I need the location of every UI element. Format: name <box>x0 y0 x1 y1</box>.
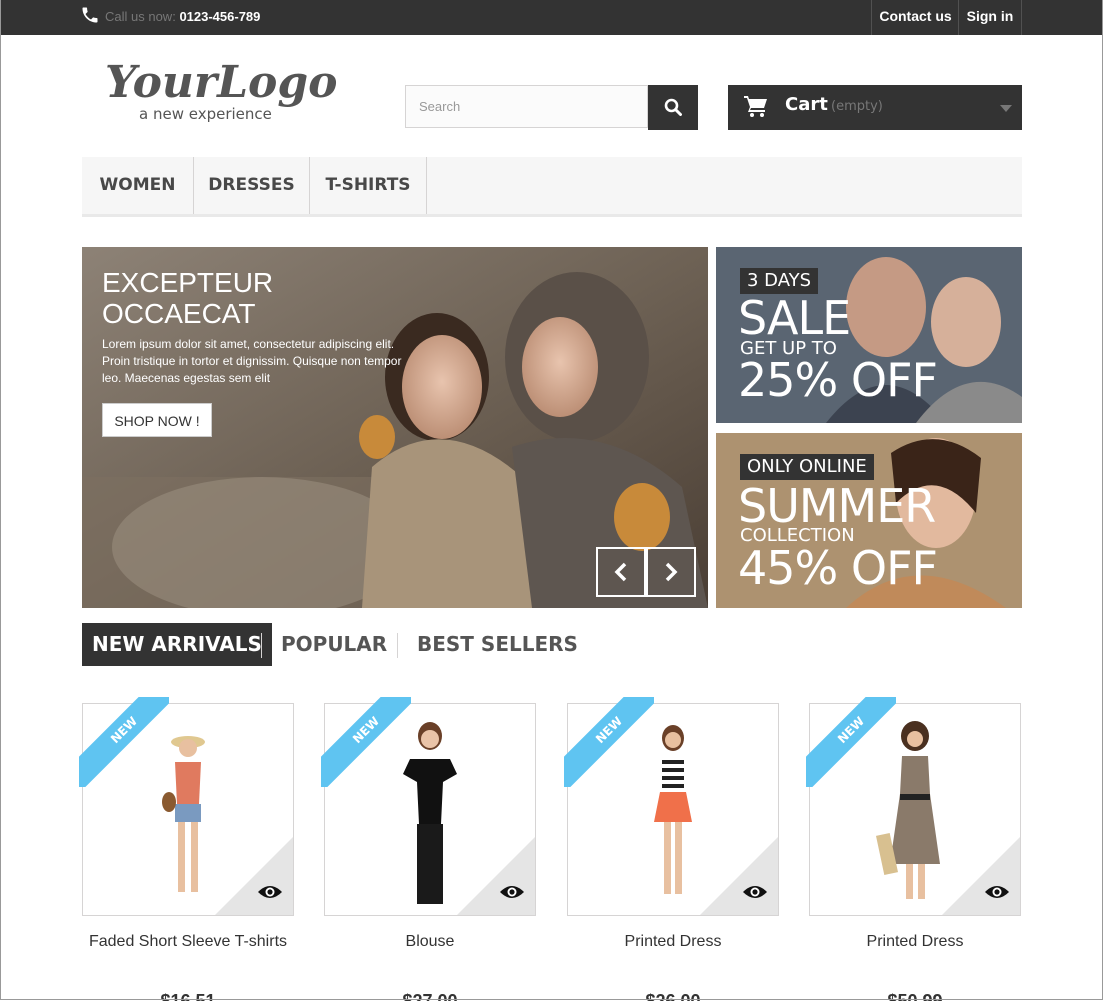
quick-view-corner <box>700 837 778 915</box>
tab-separator <box>397 633 398 658</box>
menu-item-women[interactable]: WOMEN <box>82 157 194 214</box>
search-input[interactable]: Search <box>405 85 648 128</box>
summer-banner-tag: ONLY ONLINE <box>740 454 874 480</box>
quick-view-corner <box>457 837 535 915</box>
tab-new-arrivals[interactable]: NEW ARRIVALS <box>82 623 272 666</box>
product-price: $27.00 <box>402 991 458 1001</box>
product-name[interactable]: Printed Dress <box>809 930 1021 953</box>
eye-icon[interactable] <box>499 883 525 901</box>
contact-us-link[interactable]: Contact us <box>871 0 959 35</box>
cart-icon <box>744 96 767 117</box>
logo-tagline: a new experience <box>139 105 272 123</box>
tab-popular[interactable]: POPULAR <box>281 623 387 666</box>
quick-view-corner <box>215 837 293 915</box>
product-price: $26.00 <box>645 991 701 1001</box>
hero-slider[interactable]: EXCEPTEUR OCCAECAT Lorem ipsum dolor sit… <box>82 247 708 608</box>
sale-banner[interactable]: 3 DAYS SALE GET UP TO 25% OFF <box>716 247 1022 423</box>
phone-number: 0123-456-789 <box>179 9 261 24</box>
sale-banner-offer: 25% OFF <box>738 353 938 407</box>
sale-banner-title: SALE <box>738 291 851 345</box>
cart-dropdown[interactable]: Cart (empty) <box>728 85 1022 130</box>
call-us-text: Call us now: 0123-456-789 <box>105 9 261 24</box>
quick-view-corner <box>942 837 1020 915</box>
phone-icon <box>82 7 98 23</box>
product-price: $16.51 <box>160 991 216 1001</box>
logo-main: YourLogo <box>105 57 338 108</box>
slider-prev-button[interactable] <box>596 547 646 597</box>
shop-now-button[interactable]: SHOP NOW ! <box>102 403 212 437</box>
summer-banner-title: SUMMER <box>738 479 936 533</box>
search-icon <box>664 98 682 116</box>
new-badge: NEW <box>321 697 411 787</box>
tab-best-sellers[interactable]: BEST SELLERS <box>417 623 578 666</box>
product-name[interactable]: Blouse <box>324 930 536 953</box>
cart-label: Cart <box>785 94 828 115</box>
eye-icon[interactable] <box>984 883 1010 901</box>
tab-separator <box>261 633 262 658</box>
new-badge: NEW <box>806 697 896 787</box>
cart-status: (empty) <box>831 99 883 114</box>
chevron-down-icon <box>1000 105 1012 112</box>
hero-text: Lorem ipsum dolor sit amet, consectetur … <box>102 337 402 385</box>
hero-title: EXCEPTEUR OCCAECAT <box>102 267 274 329</box>
new-badge: NEW <box>564 697 654 787</box>
product-price: $50.99 <box>887 991 943 1001</box>
search-button[interactable] <box>648 85 698 130</box>
new-badge: NEW <box>79 697 169 787</box>
summer-banner-offer: 45% OFF <box>738 541 938 595</box>
main-menu: WOMEN DRESSES T-SHIRTS <box>82 157 1022 217</box>
slider-next-button[interactable] <box>646 547 696 597</box>
chevron-right-icon <box>665 562 678 582</box>
menu-item-dresses[interactable]: DRESSES <box>194 157 310 214</box>
eye-icon[interactable] <box>257 883 283 901</box>
product-name[interactable]: Faded Short Sleeve T-shirts <box>82 930 294 953</box>
product-name[interactable]: Printed Dress <box>567 930 779 953</box>
top-bar: Call us now: 0123-456-789 Contact us Sig… <box>0 0 1103 35</box>
eye-icon[interactable] <box>742 883 768 901</box>
chevron-left-icon <box>614 562 627 582</box>
sign-in-link[interactable]: Sign in <box>958 0 1022 35</box>
site-logo[interactable]: YourLogo a new experience <box>103 55 343 125</box>
summer-banner[interactable]: ONLY ONLINE SUMMER COLLECTION 45% OFF <box>716 433 1022 608</box>
menu-item-tshirts[interactable]: T-SHIRTS <box>310 157 427 214</box>
